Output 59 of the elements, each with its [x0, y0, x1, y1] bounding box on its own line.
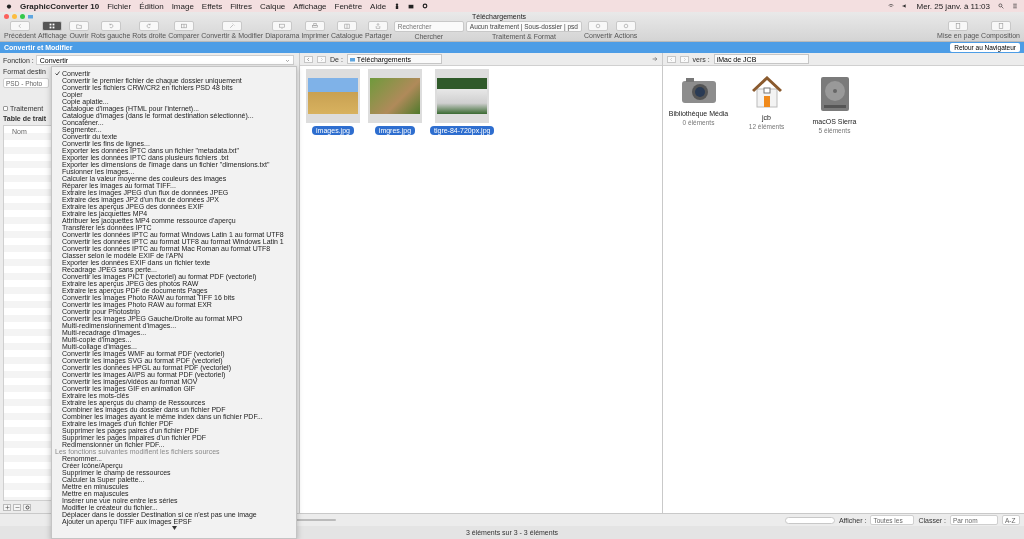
thumbnail-frame[interactable]	[306, 69, 360, 123]
search-icon	[998, 3, 1004, 9]
forward-button[interactable]	[317, 55, 326, 63]
photo-placeholder	[370, 78, 420, 114]
house-icon	[751, 76, 782, 108]
folder-icon	[349, 56, 355, 62]
columns-icon	[180, 23, 187, 29]
plus-icon	[4, 505, 10, 510]
person-icon	[394, 3, 401, 9]
menu-item[interactable]: Calque	[259, 1, 286, 11]
chevron-right-icon	[319, 56, 324, 62]
chevron-down-icon	[285, 57, 290, 63]
page-icon	[955, 23, 962, 29]
menu-item[interactable]: Édition	[139, 1, 164, 11]
app-menu[interactable]: GraphicConverter 10	[20, 1, 100, 11]
wifi-icon	[888, 3, 895, 9]
hard-drive-icon	[819, 76, 850, 112]
arrow-right-icon	[651, 56, 658, 62]
menu-item[interactable]: Image	[171, 1, 194, 11]
monitor-icon	[279, 23, 286, 29]
menu-item[interactable]: Affichage	[293, 1, 327, 11]
chevron-left-icon	[668, 56, 674, 62]
search-field[interactable]	[784, 516, 835, 524]
list-icon	[1012, 3, 1018, 9]
photo-placeholder	[308, 78, 358, 114]
grid-icon	[49, 23, 56, 29]
printer-icon	[312, 23, 319, 29]
back-button[interactable]	[304, 55, 313, 63]
rotate-right-icon	[146, 23, 153, 29]
chevron-left-icon	[16, 23, 23, 29]
remove-button[interactable]	[13, 504, 21, 511]
minus-icon	[14, 505, 20, 510]
menu-item[interactable]: Fenêtre	[334, 1, 363, 11]
close-button[interactable]	[4, 13, 9, 19]
thumbnail-frame[interactable]	[368, 69, 422, 123]
folder-icon	[28, 13, 33, 19]
book-icon	[343, 23, 350, 29]
folder-icon	[76, 23, 82, 29]
menu-item[interactable]: Effets	[201, 1, 223, 11]
page-icon	[997, 23, 1004, 29]
menu-item[interactable]: Aide	[370, 1, 387, 11]
forward-button[interactable]	[679, 55, 689, 63]
share-icon	[375, 23, 382, 29]
minimize-button[interactable]	[12, 13, 17, 19]
zoom-button[interactable]	[20, 13, 25, 19]
volume-icon	[902, 3, 909, 9]
checkbox[interactable]	[3, 106, 8, 111]
back-button[interactable]	[666, 55, 676, 63]
menu-item[interactable]: Filtres	[230, 1, 252, 11]
photo-placeholder	[437, 78, 488, 114]
rotate-left-icon	[107, 23, 114, 29]
thumbnail-frame[interactable]	[435, 69, 490, 123]
chevron-right-icon	[681, 56, 687, 62]
wand-icon	[229, 23, 236, 29]
menu-item[interactable]: Fichier	[107, 1, 132, 11]
chevron-left-icon	[306, 56, 311, 62]
add-button[interactable]	[3, 504, 11, 511]
checkmark-icon	[55, 71, 60, 76]
clock-text: Mer. 25 janv. à 11:03	[916, 1, 990, 11]
